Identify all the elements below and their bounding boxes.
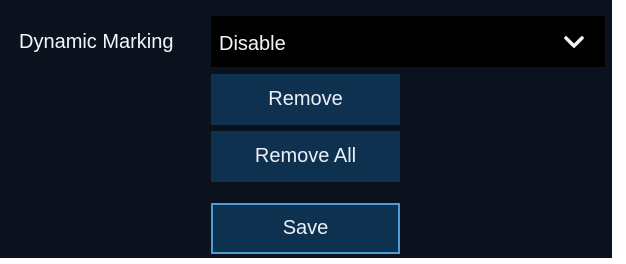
chevron-down-icon-svg bbox=[564, 36, 584, 48]
remove-all-button[interactable]: Remove All bbox=[211, 131, 400, 182]
right-edge-strip bbox=[612, 0, 626, 264]
remove-button[interactable]: Remove bbox=[211, 74, 400, 125]
save-button[interactable]: Save bbox=[211, 203, 400, 254]
settings-panel: Dynamic Marking Disable Remove Remove Al… bbox=[0, 0, 626, 264]
dynamic-marking-label: Dynamic Marking bbox=[19, 31, 174, 53]
dynamic-marking-value: Disable bbox=[219, 33, 286, 55]
dynamic-marking-select[interactable]: Disable bbox=[211, 16, 605, 67]
bottom-edge-strip bbox=[0, 258, 626, 264]
chevron-down-icon bbox=[562, 34, 586, 50]
